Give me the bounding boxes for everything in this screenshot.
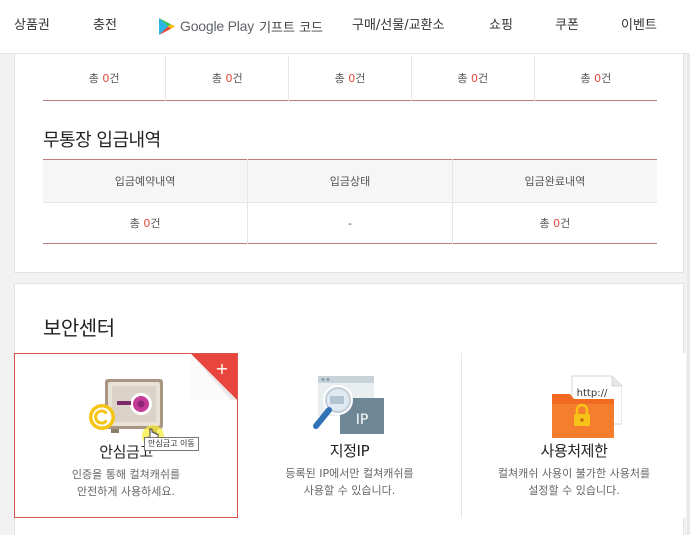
security-center-panel: 보안센터 + 안심금고 인증을 통해 컬쳐캐쉬를 안전하게 사용하세요. IP … <box>14 283 686 535</box>
google-play-brand: Google Play <box>180 18 255 34</box>
safe-vault-title: 안심금고 <box>99 443 153 461</box>
column-header: 입금예약내역 <box>43 159 249 203</box>
nav-event[interactable]: 이벤트 <box>621 0 657 52</box>
designated-ip-card[interactable]: IP 지정IP 등록된 IP에서만 컬쳐캐쉬를 사용할 수 있습니다. <box>238 353 462 518</box>
usage-restriction-description: 컬쳐캐쉬 사용이 불가한 사용처를 설정할 수 있습니다. <box>497 467 651 497</box>
usage-restriction-icon: http:// <box>552 375 622 438</box>
column-header: 입금상태 <box>247 159 453 203</box>
table-row: 총 0건 총 0건 총 0건 총 0건 총 0건 <box>43 56 657 100</box>
table-row: 총 0건 - 총 0건 <box>43 202 657 244</box>
designated-ip-description: 등록된 IP에서만 컬쳐캐쉬를 사용할 수 있습니다. <box>285 467 414 497</box>
summary-cell: 총 0건 <box>288 56 412 100</box>
nav-purchase-gift-exchange[interactable]: 구매/선물/교환소 <box>352 0 444 52</box>
history-panel: 총 0건 총 0건 총 0건 총 0건 총 0건 무통장 입금내역 입금예약내역… <box>14 54 684 273</box>
nav-shopping[interactable]: 쇼핑 <box>489 0 513 52</box>
svg-text:http://: http:// <box>577 388 608 399</box>
nav-google-play-gift-code[interactable]: Google Play 기프트 코드 <box>158 16 323 36</box>
table-header-row: 입금예약내역 입금상태 입금완료내역 <box>43 159 657 203</box>
nav-coupon[interactable]: 쿠폰 <box>555 0 579 52</box>
deposit-status-cell: - <box>247 202 453 244</box>
nav-charge[interactable]: 충전 <box>93 0 117 52</box>
summary-cell: 총 0건 <box>43 56 167 100</box>
column-header: 입금완료내역 <box>452 159 657 203</box>
deposit-completed-cell: 총 0건 <box>539 217 571 230</box>
svg-text:IP: IP <box>356 412 369 428</box>
summary-table: 총 0건 총 0건 총 0건 총 0건 총 0건 <box>43 56 657 101</box>
top-nav: 상품권 충전 Google Play 기프트 코드 구매/선물/교환소 쇼핑 쿠… <box>0 0 690 54</box>
usage-restriction-title: 사용처제한 <box>540 442 608 460</box>
nav-gift-cards[interactable]: 상품권 <box>14 0 50 52</box>
plus-ribbon-icon[interactable]: + <box>191 354 237 400</box>
svg-text:+: + <box>215 359 228 378</box>
safe-vault-tooltip: 안심금고 이동 <box>144 437 199 451</box>
security-center-title: 보안센터 <box>43 316 115 340</box>
usage-restriction-card[interactable]: http:// 사용처제한 컬쳐캐쉬 사용이 불가한 사용처를 설정할 수 있습… <box>462 353 686 518</box>
safe-vault-card[interactable]: + 안심금고 인증을 통해 컬쳐캐쉬를 안전하게 사용하세요. <box>14 353 238 518</box>
deposit-reserved-cell: 총 0건 <box>43 202 249 244</box>
designated-ip-icon: IP <box>313 376 384 434</box>
google-play-logo-icon <box>159 17 175 35</box>
deposit-history-title: 무통장 입금내역 <box>43 130 161 151</box>
deposit-history-table: 입금예약내역 입금상태 입금완료내역 총 0건 - 총 0건 <box>43 159 657 244</box>
summary-cell: 총 0건 <box>165 56 290 100</box>
security-cards: + 안심금고 인증을 통해 컬쳐캐쉬를 안전하게 사용하세요. IP 지정IP … <box>14 353 686 518</box>
designated-ip-title: 지정IP <box>329 442 370 460</box>
summary-cell: 총 0건 <box>580 71 612 85</box>
summary-cell: 총 0건 <box>411 56 535 100</box>
safe-vault-description: 인증을 통해 컬쳐캐쉬를 안전하게 사용하세요. <box>71 468 181 498</box>
google-play-suffix: 기프트 코드 <box>259 20 324 36</box>
